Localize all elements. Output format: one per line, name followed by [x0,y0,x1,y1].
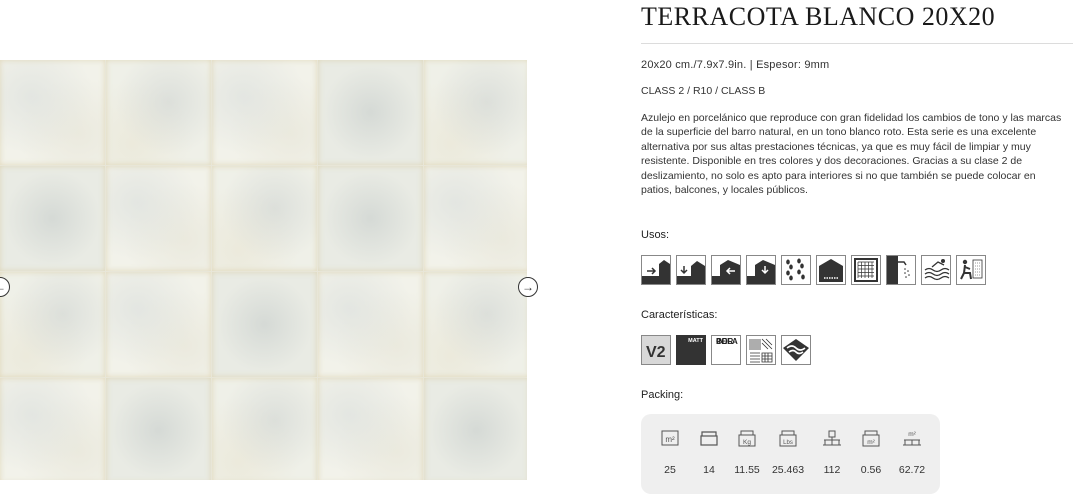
tile-image [424,166,527,271]
packing-pallet-boxes-value: 112 [823,464,841,476]
gallery-next-button[interactable]: → [518,277,538,297]
tile-image [106,378,211,480]
product-image-gallery [0,60,527,480]
circled-arrow-right-icon: → [522,280,534,294]
packing-kg-value: 11.55 [734,464,760,476]
tile-image [212,60,317,165]
tile-image [318,60,423,165]
rectified-icon [746,335,776,365]
product-dimensions: 20x20 cm./7.9x7.9in. | Espesor: 9mm [641,59,830,71]
packing-m2-value: 25 [664,464,676,476]
pool-icon [921,255,951,285]
tile-image [424,378,527,480]
tile-image [0,378,105,480]
tile-image [0,60,105,165]
packing-pallet-m2-value: 62.72 [898,464,926,476]
m2-icon-label: m² [665,435,675,444]
box-m2-icon: m² [862,430,880,447]
traffic-icon [781,255,811,285]
lbs-icon-label: Lbs [783,440,793,446]
kg-icon: Kg [738,430,756,447]
tile-image [106,60,211,165]
tiled-floor-icon [851,255,881,285]
packing-box-m2-value: 0.56 [860,464,882,476]
caracteristicas-label: Características: [641,309,718,321]
v2-text: V2 [646,344,666,361]
tile-image [106,272,211,377]
shower-icon [886,255,916,285]
title-divider [641,43,1073,44]
box-m2-icon-label: m² [867,439,875,446]
box-icon [700,431,718,446]
product-classes: CLASS 2 / R10 / CLASS B [641,85,766,97]
tile-image [212,166,317,271]
porcelain-text-line: IN [716,337,724,346]
caracteristicas-icons: V2 MATT POR CELA IN [641,335,811,365]
packing-pieces-value: 14 [703,464,715,476]
tile-image [106,166,211,271]
lbs-icon: Lbs [779,430,797,447]
m2-icon: m² [661,430,679,446]
wall-exterior-icon [641,255,671,285]
tile-image [318,166,423,271]
tile-image [0,166,105,271]
matt-finish-icon: MATT [676,335,706,365]
frost-resistant-icon [781,335,811,365]
porcelain-icon: POR CELA IN [711,335,741,365]
packing-label: Packing: [641,389,684,401]
sauna-icon [956,255,986,285]
floor-interior-icon [746,255,776,285]
tile-image [424,60,527,165]
matt-text: MATT [688,338,703,344]
tile-image [318,272,423,377]
tile-image [212,272,317,377]
tile-image [424,272,527,377]
tile-image [318,378,423,480]
tile-image [212,378,317,480]
facade-icon [816,255,846,285]
floor-exterior-icon [676,255,706,285]
wall-interior-icon [711,255,741,285]
v2-variation-icon: V2 [641,335,671,365]
usos-label: Usos: [641,229,670,241]
pallet-m2-icon: m² [903,431,921,446]
packing-lbs-value: 25.463 [771,464,805,476]
circled-arrow-left-icon: ← [0,280,6,294]
pallet-boxes-icon [823,430,841,446]
packing-table: m² 25 14 Kg 11.55 Lbs 25.463 112 m² 0.56… [641,414,940,494]
usos-icons [641,255,986,285]
pallet-m2-icon-label: m² [908,431,916,438]
product-description: Azulejo en porcelánico que reproduce con… [641,112,1062,197]
product-title: TERRACOTA BLANCO 20X20 [641,2,996,31]
kg-icon-label: Kg [743,439,751,446]
tile-image [0,272,105,377]
